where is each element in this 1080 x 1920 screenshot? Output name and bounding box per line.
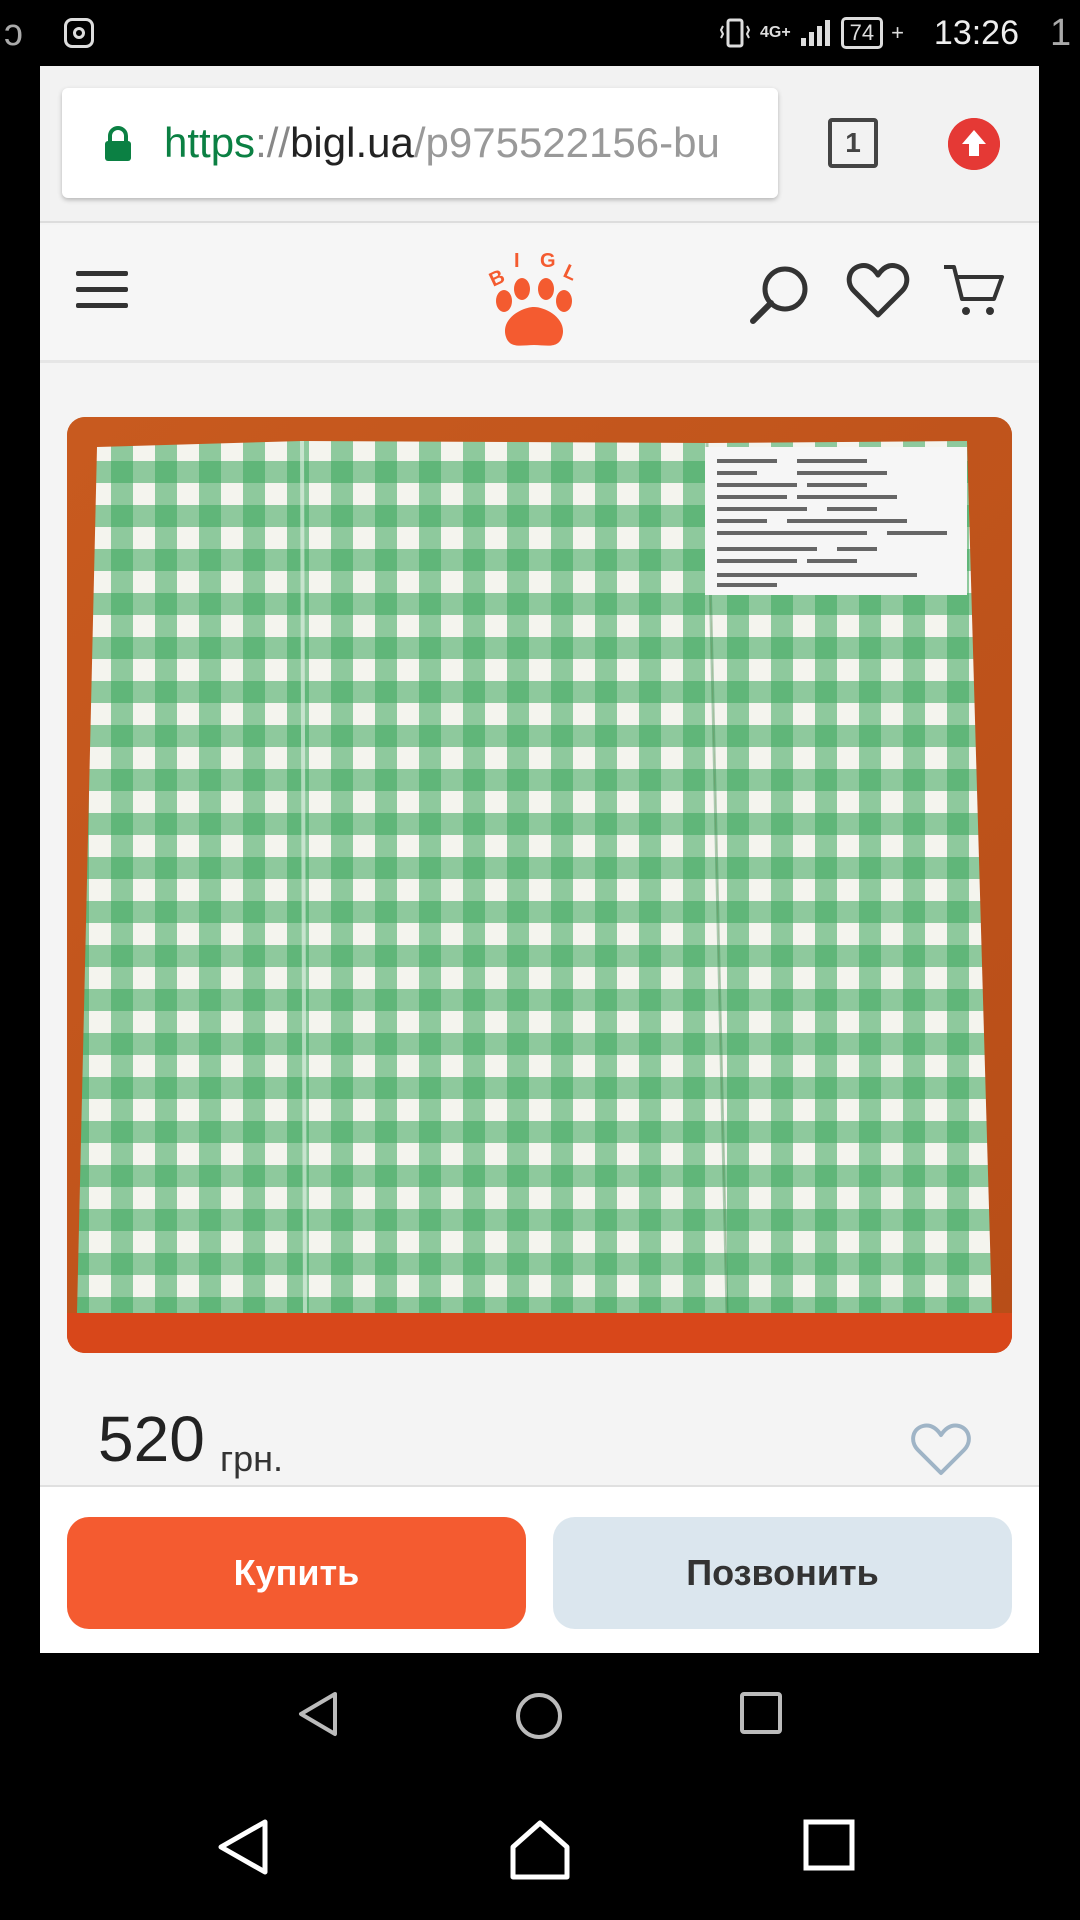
- clock: 13:26: [933, 14, 1019, 52]
- edge-artifact-left: ↄ: [4, 12, 23, 54]
- product-photo: [67, 417, 1012, 1353]
- inner-nav-bar: [40, 1653, 1039, 1775]
- svg-text:B: B: [486, 265, 508, 291]
- url-fade: [752, 88, 778, 198]
- back-icon[interactable]: [215, 1819, 271, 1875]
- action-bar: Купить Позвонить: [40, 1485, 1039, 1653]
- price-row: 520 грн.: [40, 1400, 1039, 1486]
- recents-icon[interactable]: [803, 1819, 855, 1871]
- favorite-icon[interactable]: [910, 1422, 972, 1478]
- cart-icon[interactable]: [942, 261, 1006, 321]
- battery-level: 74: [849, 20, 875, 45]
- price-currency: грн.: [220, 1438, 284, 1479]
- url-path: /p975522156-bu: [413, 119, 720, 166]
- update-icon[interactable]: [948, 118, 1000, 170]
- site-header: B I G L: [40, 225, 1039, 363]
- home-icon[interactable]: [509, 1819, 571, 1881]
- browser-screenshot: 4G+ 74 + 13:26 https://bigl.ua/p97552215…: [40, 0, 1039, 1775]
- url-bar[interactable]: https://bigl.ua/p975522156-bu: [62, 88, 778, 198]
- browser-toolbar: https://bigl.ua/p975522156-bu 1: [40, 66, 1039, 223]
- url-host: bigl.ua: [290, 119, 414, 166]
- tabs-button[interactable]: 1: [828, 118, 878, 168]
- lock-icon: [105, 126, 131, 161]
- url-separator: ://: [255, 119, 291, 166]
- tab-count: 1: [845, 127, 861, 158]
- network-type: 4G+: [759, 24, 791, 41]
- menu-icon[interactable]: [76, 269, 128, 311]
- bigl-logo[interactable]: B I G L: [484, 249, 586, 357]
- search-icon[interactable]: [747, 263, 811, 327]
- instagram-icon: [64, 18, 94, 48]
- charging-icon: +: [891, 20, 904, 45]
- svg-text:I: I: [514, 250, 520, 272]
- call-button[interactable]: Позвонить: [553, 1517, 1012, 1629]
- system-nav-bar: [0, 1775, 1080, 1920]
- recents-icon[interactable]: [739, 1691, 783, 1735]
- heart-icon[interactable]: [846, 261, 910, 321]
- phone-screen: ↄ 1 4G+ 74 + 13:26 https://bigl.ua/p9755…: [0, 0, 1080, 1920]
- url-scheme: https: [164, 119, 256, 166]
- product-image[interactable]: [67, 417, 1012, 1353]
- svg-text:L: L: [560, 260, 580, 285]
- svg-text:G: G: [540, 250, 556, 272]
- url-text: https://bigl.ua/p975522156-bu: [164, 114, 720, 172]
- signal-icon: [800, 20, 830, 46]
- back-icon[interactable]: [295, 1691, 341, 1737]
- buy-button[interactable]: Купить: [67, 1517, 526, 1629]
- price-value: 520: [98, 1403, 205, 1475]
- vibrate-icon: [719, 18, 751, 48]
- status-icons: 4G+ 74 +: [718, 16, 904, 50]
- edge-artifact-right: 1: [1050, 12, 1072, 54]
- battery-icon: 74: [840, 17, 884, 49]
- status-bar: 4G+ 74 + 13:26: [40, 0, 1039, 66]
- home-icon[interactable]: [514, 1691, 564, 1741]
